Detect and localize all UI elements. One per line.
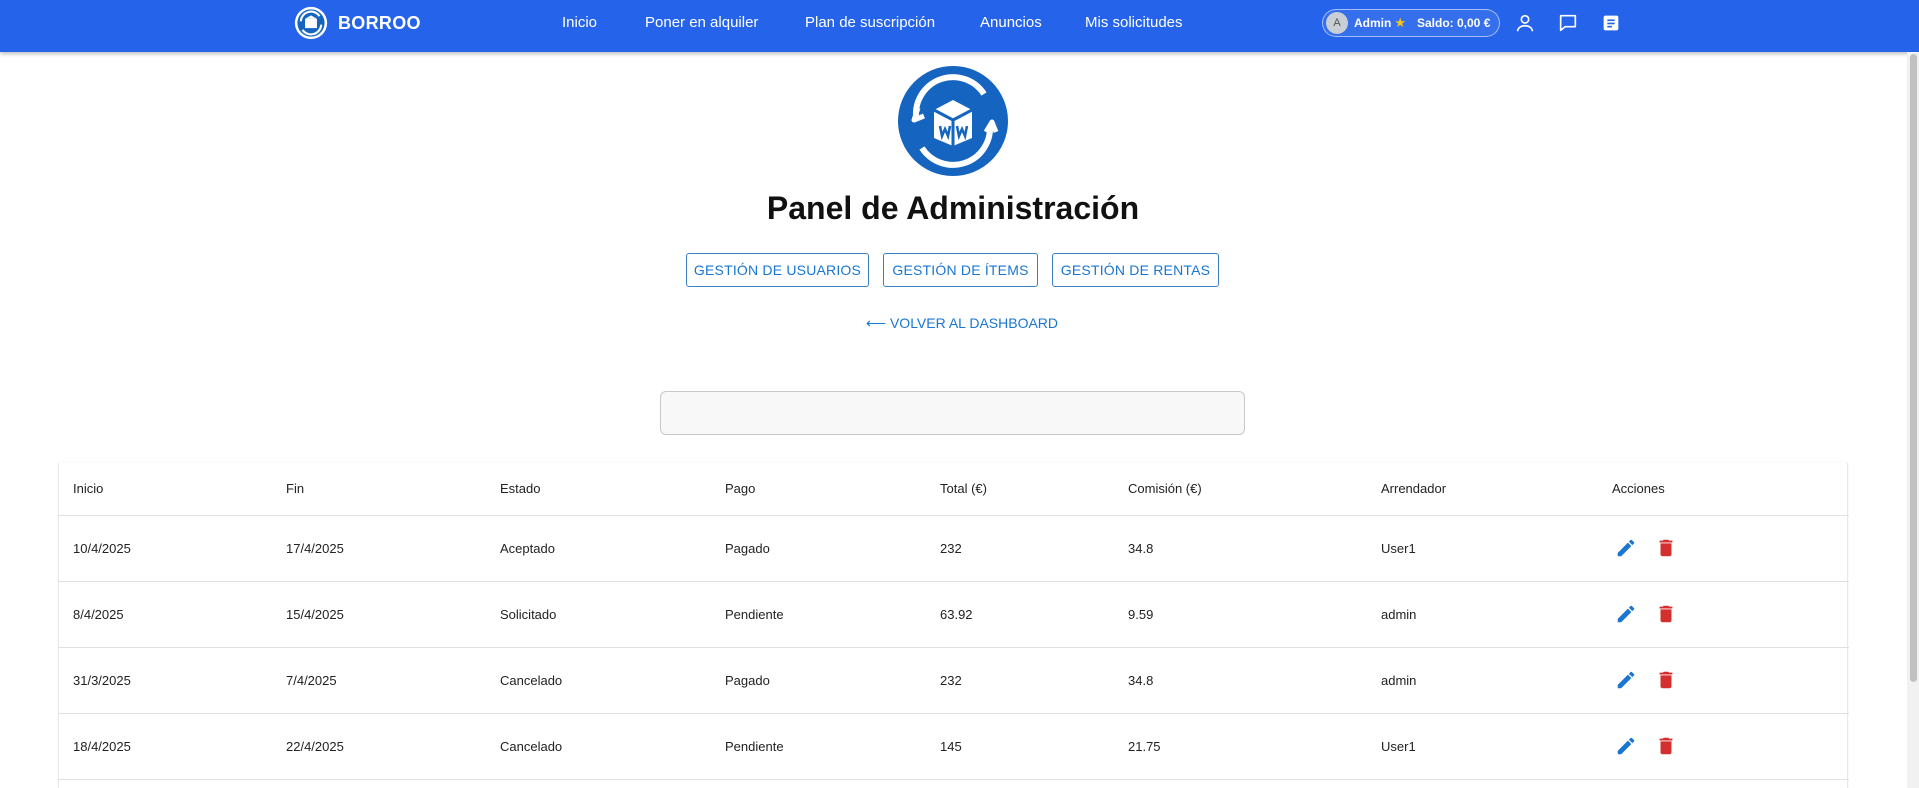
- header-acciones: Acciones: [1598, 463, 1849, 516]
- profile-icon[interactable]: [1514, 12, 1536, 34]
- table-row[interactable]: 18/4/2025 22/4/2025 Cancelado Pendiente …: [59, 713, 1849, 780]
- edit-icon[interactable]: [1615, 537, 1637, 559]
- cell-estado: Cancelado: [486, 713, 711, 780]
- cell-acciones: [1598, 581, 1849, 648]
- cell-arrendador: User1: [1367, 713, 1598, 780]
- table-row[interactable]: 8/4/2025 15/4/2025 Solicitado Pendiente …: [59, 581, 1849, 648]
- cell-arrendador: User1: [1367, 515, 1598, 582]
- edit-icon[interactable]: [1615, 603, 1637, 625]
- cell-estado: Solicitado: [486, 581, 711, 648]
- nav-link-inicio[interactable]: Inicio: [562, 14, 597, 31]
- cell-acciones: [1598, 647, 1849, 714]
- cell-fin: 7/4/2025: [272, 647, 486, 714]
- header-estado[interactable]: Estado: [486, 463, 711, 516]
- manage-items-button[interactable]: GESTIÓN DE ÍTEMS: [883, 253, 1038, 287]
- cell-total: 232: [926, 647, 1114, 714]
- rentals-table: Inicio Fin Estado Pago Total (€) Comisió…: [58, 463, 1849, 788]
- avatar: A: [1326, 12, 1348, 34]
- cell-total: 145: [926, 713, 1114, 780]
- header-arrendador[interactable]: Arrendador: [1367, 463, 1598, 516]
- cell-fin: 17/4/2025: [272, 515, 486, 582]
- header-pago[interactable]: Pago: [711, 463, 926, 516]
- cell-pago: Pendiente: [711, 581, 926, 648]
- delete-icon[interactable]: [1655, 603, 1677, 625]
- cell-estado: Aceptado: [486, 515, 711, 582]
- brand[interactable]: BORROO: [294, 6, 421, 40]
- cell-inicio: 10/4/2025: [59, 515, 272, 582]
- brand-name: BORROO: [338, 12, 421, 33]
- table-header-row: Inicio Fin Estado Pago Total (€) Comisió…: [59, 463, 1849, 516]
- cell-estado: Cancelado: [486, 647, 711, 714]
- table-row[interactable]: 10/4/2025 17/4/2025 Aceptado Pagado 232 …: [59, 515, 1849, 582]
- cell-fin: 15/4/2025: [272, 581, 486, 648]
- cell-arrendador: admin: [1367, 581, 1598, 648]
- cell-acciones: [1598, 713, 1849, 780]
- manage-rentals-button[interactable]: GESTIÓN DE RENTAS: [1052, 253, 1219, 287]
- cell-pago: Pagado: [711, 515, 926, 582]
- top-navbar: BORROO Inicio Poner en alquiler Plan de …: [0, 0, 1919, 52]
- table-row[interactable]: 31/3/2025 7/4/2025 Cancelado Pagado 232 …: [59, 647, 1849, 714]
- delete-icon[interactable]: [1655, 537, 1677, 559]
- cell-pago: Pendiente: [711, 713, 926, 780]
- manage-users-button[interactable]: GESTIÓN DE USUARIOS: [686, 253, 869, 287]
- brand-logo-icon: [294, 6, 328, 40]
- header-total[interactable]: Total (€): [926, 463, 1114, 516]
- edit-icon[interactable]: [1615, 669, 1637, 691]
- header-inicio[interactable]: Inicio: [59, 463, 272, 516]
- delete-icon[interactable]: [1655, 669, 1677, 691]
- nav-link-mis-solicitudes[interactable]: Mis solicitudes: [1085, 14, 1183, 31]
- star-icon: ★: [1394, 15, 1406, 30]
- cell-comision: 34.8: [1114, 647, 1367, 714]
- borroo-logo-icon: [898, 66, 1008, 176]
- edit-icon[interactable]: [1615, 735, 1637, 757]
- delete-icon[interactable]: [1655, 735, 1677, 757]
- cell-acciones: [1598, 515, 1849, 582]
- balance-text: Saldo: 0,00 €: [1417, 16, 1491, 30]
- cell-comision: 9.59: [1114, 581, 1367, 648]
- cell-comision: 34.8: [1114, 515, 1367, 582]
- header-fin[interactable]: Fin: [272, 463, 486, 516]
- cell-pago: Pagado: [711, 647, 926, 714]
- username: Admin: [1354, 16, 1392, 30]
- cell-arrendador: admin: [1367, 647, 1598, 714]
- cell-total: 63.92: [926, 581, 1114, 648]
- nav-link-anuncios[interactable]: Anuncios: [980, 14, 1042, 31]
- cell-comision: 21.75: [1114, 713, 1367, 780]
- cell-fin: 22/4/2025: [272, 713, 486, 780]
- cell-inicio: 18/4/2025: [59, 713, 272, 780]
- header-comision[interactable]: Comisión (€): [1114, 463, 1367, 516]
- scrollbar-thumb[interactable]: [1910, 54, 1917, 682]
- chat-icon[interactable]: [1557, 12, 1579, 34]
- user-balance-pill[interactable]: A Admin ★ Saldo: 0,00 €: [1322, 9, 1500, 37]
- nav-link-plan-de-suscripcion[interactable]: Plan de suscripción: [805, 14, 935, 31]
- nav-link-poner-en-alquiler[interactable]: Poner en alquiler: [645, 14, 758, 31]
- page-title: Panel de Administración: [766, 190, 1140, 226]
- cell-total: 232: [926, 515, 1114, 582]
- cell-inicio: 31/3/2025: [59, 647, 272, 714]
- search-input[interactable]: [660, 391, 1245, 435]
- back-to-dashboard-link[interactable]: ⟵ VOLVER AL DASHBOARD: [866, 315, 1058, 332]
- cell-inicio: 8/4/2025: [59, 581, 272, 648]
- notes-icon[interactable]: [1600, 12, 1622, 34]
